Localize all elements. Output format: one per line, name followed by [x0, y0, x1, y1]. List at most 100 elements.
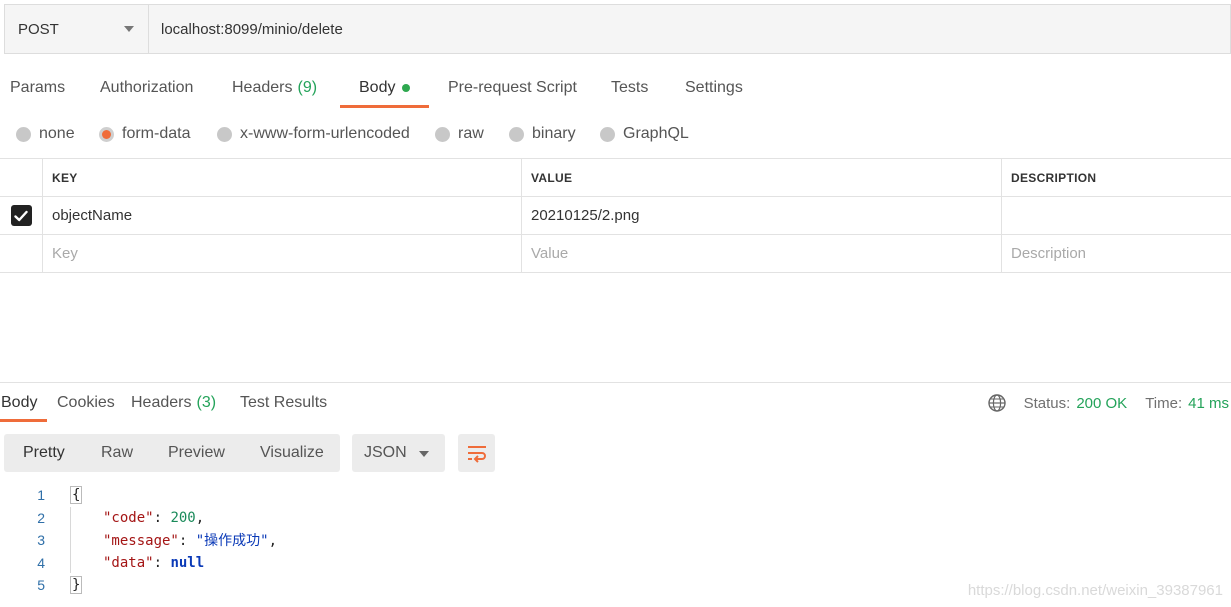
radio-label: binary: [532, 125, 576, 142]
format-pretty[interactable]: Pretty: [23, 434, 65, 472]
code-text: "message": "操作成功",: [103, 533, 278, 550]
code-line: 1 {: [0, 484, 1231, 507]
new-value-input[interactable]: Value: [521, 235, 1001, 272]
radio-label: none: [39, 125, 75, 142]
wrap-lines-button[interactable]: [458, 434, 495, 472]
response-divider: [0, 382, 1231, 383]
tab-pre-request-script[interactable]: Pre-request Script: [448, 68, 577, 108]
radio-selected-icon: [99, 126, 114, 142]
radio-graphql[interactable]: GraphQL: [600, 118, 689, 150]
code-text: "data": null: [103, 554, 205, 571]
tab-tests[interactable]: Tests: [611, 68, 648, 108]
response-tab-test-results[interactable]: Test Results: [240, 388, 327, 418]
request-bar: POST localhost:8099/minio/delete: [4, 4, 1231, 54]
format-tabs: Pretty Raw Preview Visualize: [4, 434, 340, 472]
radio-label: form-data: [122, 125, 191, 142]
language-label: JSON: [364, 444, 407, 461]
tab-authorization[interactable]: Authorization: [100, 68, 193, 108]
tab-params[interactable]: Params: [10, 68, 65, 108]
time-value: 41 ms: [1188, 394, 1229, 412]
row-value-input[interactable]: 20210125/2.png: [521, 197, 1001, 234]
globe-icon[interactable]: [987, 393, 1007, 413]
json-key: "code": [103, 509, 154, 526]
json-key: "message": [103, 533, 179, 550]
tab-headers[interactable]: Headers (9): [232, 68, 317, 108]
response-tab-body[interactable]: Body: [1, 388, 37, 418]
checkbox-checked-icon[interactable]: [10, 205, 32, 226]
radio-binary[interactable]: binary: [509, 118, 576, 150]
response-tab-cookies[interactable]: Cookies: [57, 388, 115, 418]
json-null: null: [170, 554, 205, 571]
header-check-cell: [0, 159, 42, 196]
chevron-down-icon: [124, 26, 134, 32]
code-line: 3 "message": "操作成功",: [0, 529, 1231, 552]
line-number: 4: [37, 554, 45, 571]
radio-form-data[interactable]: form-data: [99, 118, 190, 150]
time-label: Time:: [1145, 394, 1183, 412]
radio-none[interactable]: none: [16, 118, 75, 150]
language-select[interactable]: JSON: [352, 434, 445, 472]
table-row: objectName 20210125/2.png: [0, 197, 1231, 235]
tab-label: Params: [10, 79, 66, 96]
row-check-cell: [0, 197, 42, 234]
new-key-input[interactable]: Key: [42, 235, 521, 272]
close-brace: }: [70, 576, 83, 595]
tab-body[interactable]: Body: [359, 68, 411, 108]
tab-count: (9): [297, 79, 318, 96]
line-number: 5: [37, 577, 45, 594]
format-preview[interactable]: Preview: [168, 434, 225, 472]
tab-label: Body: [359, 79, 396, 96]
tab-settings[interactable]: Settings: [685, 68, 743, 108]
radio-x-www-form-urlencoded[interactable]: x-www-form-urlencoded: [217, 118, 410, 150]
header-description: DESCRIPTION: [1001, 159, 1231, 196]
tab-label: Body: [1, 394, 38, 411]
radio-circle-icon: [16, 126, 31, 142]
header-key: KEY: [42, 159, 521, 196]
radio-label: GraphQL: [623, 125, 689, 142]
radio-circle-icon: [217, 126, 232, 142]
json-number: 200: [170, 509, 196, 526]
radio-label: raw: [458, 125, 484, 142]
row-check-cell: [0, 235, 42, 272]
code-text: "code": 200,: [103, 509, 205, 526]
code-line: 4 "data": null: [0, 552, 1231, 575]
line-number: 2: [37, 509, 45, 526]
radio-circle-icon: [509, 126, 524, 142]
line-number: 1: [37, 487, 45, 504]
radio-raw[interactable]: raw: [435, 118, 484, 150]
header-value: VALUE: [521, 159, 1001, 196]
tab-label: Test Results: [240, 394, 328, 411]
row-description-input[interactable]: [1001, 197, 1231, 234]
method-select[interactable]: POST: [5, 5, 149, 53]
code-line: 2 "code": 200,: [0, 507, 1231, 530]
tab-label: Authorization: [100, 79, 194, 96]
radio-circle-icon: [600, 126, 615, 142]
url-input[interactable]: localhost:8099/minio/delete: [149, 5, 1230, 53]
format-visualize[interactable]: Visualize: [260, 434, 324, 472]
request-tabs: Params Authorization Headers (9) Body Pre…: [0, 68, 1231, 108]
tab-label: Tests: [611, 79, 649, 96]
params-table: KEY VALUE DESCRIPTION objectName 2021012…: [0, 158, 1231, 273]
body-type-radios: none form-data x-www-form-urlencoded raw…: [0, 118, 1231, 150]
active-dot-icon: [402, 84, 411, 92]
new-description-input[interactable]: Description: [1001, 235, 1231, 272]
status-value: 200 OK: [1076, 394, 1128, 412]
chevron-down-icon: [419, 451, 429, 457]
radio-circle-icon: [435, 126, 450, 142]
line-number: 3: [37, 532, 45, 549]
indent-guide: [70, 507, 71, 573]
table-row-empty: Key Value Description: [0, 235, 1231, 273]
open-brace: {: [70, 486, 83, 505]
response-tab-headers[interactable]: Headers (3): [131, 388, 216, 418]
code-text: {: [70, 486, 83, 505]
tab-count: (3): [196, 394, 217, 411]
table-header-row: KEY VALUE DESCRIPTION: [0, 159, 1231, 197]
format-raw[interactable]: Raw: [101, 434, 133, 472]
row-key-input[interactable]: objectName: [42, 197, 521, 234]
method-label: POST: [18, 20, 59, 38]
active-response-tab-underline: [0, 419, 47, 422]
tab-label: Headers: [131, 394, 192, 411]
tab-label: Cookies: [57, 394, 115, 411]
status-label: Status:: [1023, 394, 1071, 412]
response-body-code[interactable]: 1 { 2 "code": 200, 3 "message": "操作成功", …: [0, 484, 1231, 597]
